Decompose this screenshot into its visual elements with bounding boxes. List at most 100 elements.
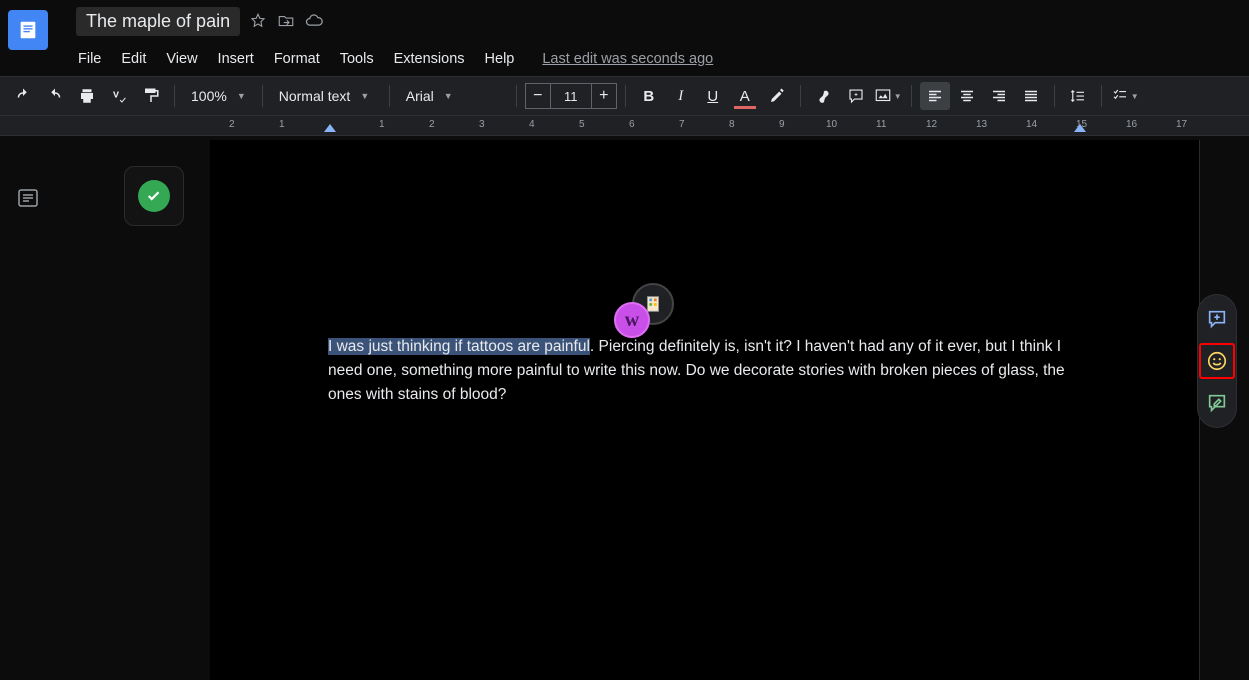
italic-icon: I	[678, 88, 683, 105]
line-spacing-button[interactable]	[1063, 82, 1093, 110]
align-left-icon	[926, 87, 944, 105]
toolbar-separator	[389, 85, 390, 107]
menu-extensions[interactable]: Extensions	[386, 47, 473, 71]
document-page[interactable]: I was just thinking if tattoos are painf…	[210, 140, 1200, 680]
comment-icon	[847, 87, 865, 105]
align-right-button[interactable]	[984, 82, 1014, 110]
checklist-icon	[1111, 87, 1129, 105]
toolbar-separator	[625, 85, 626, 107]
add-comment-icon	[1206, 308, 1228, 330]
ruler-tick: 17	[1176, 119, 1187, 130]
toolbar-separator	[174, 85, 175, 107]
align-justify-icon	[1022, 87, 1040, 105]
link-button[interactable]	[809, 82, 839, 110]
menu-help[interactable]: Help	[477, 47, 523, 71]
text-color-button[interactable]: A	[730, 82, 760, 110]
move-icon[interactable]	[276, 11, 296, 31]
suggest-icon	[1206, 392, 1228, 414]
image-button[interactable]: ▼	[873, 82, 903, 110]
chevron-down-icon: ▼	[237, 91, 246, 101]
print-button[interactable]	[72, 82, 102, 110]
zoom-dropdown[interactable]: 100% ▼	[183, 82, 254, 110]
selected-text[interactable]: I was just thinking if tattoos are painf…	[328, 338, 590, 355]
font-dropdown[interactable]: Arial▼	[398, 82, 508, 110]
zoom-value: 100%	[191, 88, 227, 104]
line-spacing-icon	[1069, 87, 1087, 105]
title-bar: The maple of pain	[0, 0, 1249, 42]
paint-format-button[interactable]	[136, 82, 166, 110]
ruler-tick: 10	[826, 119, 837, 130]
chevron-down-icon: ▼	[894, 92, 902, 101]
redo-button[interactable]	[40, 82, 70, 110]
highlight-button[interactable]	[762, 82, 792, 110]
menu-view[interactable]: View	[158, 47, 205, 71]
left-rail	[0, 136, 60, 214]
image-icon	[874, 87, 892, 105]
suggest-edits-floating[interactable]	[1199, 385, 1235, 421]
paragraph-style-dropdown[interactable]: Normal text ▼	[271, 82, 381, 110]
undo-icon	[14, 87, 32, 105]
checklist-button[interactable]: ▼	[1110, 82, 1140, 110]
ruler-inner: 2 1 1 2 3 4 5 6 7 8 9 10 11 12 13 14 15 …	[210, 116, 1249, 135]
add-emoji-reaction[interactable]	[1199, 343, 1235, 379]
chevron-down-icon: ▼	[444, 91, 453, 101]
last-edit-info[interactable]: Last edit was seconds ago	[542, 51, 713, 67]
style-value: Normal text	[279, 88, 351, 104]
menu-edit[interactable]: Edit	[113, 47, 154, 71]
document-title[interactable]: The maple of pain	[76, 7, 240, 36]
right-indent-marker[interactable]	[1074, 124, 1086, 132]
ruler-tick: 12	[926, 119, 937, 130]
emoji-icon	[1206, 350, 1228, 372]
collaborator-avatar-2[interactable]: w	[614, 302, 650, 338]
italic-button[interactable]: I	[666, 82, 696, 110]
ruler-tick: 11	[876, 119, 886, 130]
star-icon[interactable]	[248, 11, 268, 31]
ruler-tick: 1	[279, 119, 285, 130]
outline-toggle[interactable]	[16, 186, 44, 214]
ruler-tick: 9	[779, 119, 785, 130]
ruler-tick: 1	[379, 119, 385, 130]
cloud-status-icon[interactable]	[304, 11, 324, 31]
comment-button[interactable]	[841, 82, 871, 110]
ruler-tick: 2	[229, 119, 235, 130]
ruler-tick: 14	[1026, 119, 1037, 130]
spellcheck-button[interactable]	[104, 82, 134, 110]
print-icon	[78, 87, 96, 105]
ruler-tick: 7	[679, 119, 685, 130]
chevron-down-icon: ▼	[360, 91, 369, 101]
text-color-icon: A	[740, 88, 750, 105]
underline-icon: U	[707, 88, 718, 105]
toolbar-separator	[800, 85, 801, 107]
chevron-down-icon: ▼	[1131, 92, 1139, 101]
add-comment-floating[interactable]	[1199, 301, 1235, 337]
menu-insert[interactable]: Insert	[210, 47, 262, 71]
paint-roller-icon	[142, 87, 160, 105]
menu-bar: File Edit View Insert Format Tools Exten…	[0, 42, 1249, 76]
menu-tools[interactable]: Tools	[332, 47, 382, 71]
align-center-button[interactable]	[952, 82, 982, 110]
bold-icon: B	[643, 88, 654, 105]
link-icon	[815, 87, 833, 105]
ruler[interactable]: 2 1 1 2 3 4 5 6 7 8 9 10 11 12 13 14 15 …	[0, 116, 1249, 136]
align-center-icon	[958, 87, 976, 105]
grammarly-badge[interactable]	[124, 166, 184, 226]
align-left-button[interactable]	[920, 82, 950, 110]
undo-button[interactable]	[8, 82, 38, 110]
menu-format[interactable]: Format	[266, 47, 328, 71]
align-justify-button[interactable]	[1016, 82, 1046, 110]
docs-logo[interactable]	[8, 10, 48, 50]
font-size-decrease[interactable]: −	[525, 83, 551, 109]
ruler-tick: 3	[479, 119, 485, 130]
toolbar-separator	[1054, 85, 1055, 107]
highlight-icon	[768, 87, 786, 105]
font-size-value[interactable]: 11	[551, 83, 591, 109]
font-size-increase[interactable]: +	[591, 83, 617, 109]
document-body[interactable]: I was just thinking if tattoos are painf…	[328, 335, 1077, 407]
menu-file[interactable]: File	[70, 47, 109, 71]
ruler-tick: 13	[976, 119, 987, 130]
bold-button[interactable]: B	[634, 82, 664, 110]
underline-button[interactable]: U	[698, 82, 728, 110]
ruler-tick: 5	[579, 119, 585, 130]
left-indent-marker[interactable]	[324, 124, 336, 132]
font-size-group: − 11 +	[525, 83, 617, 109]
